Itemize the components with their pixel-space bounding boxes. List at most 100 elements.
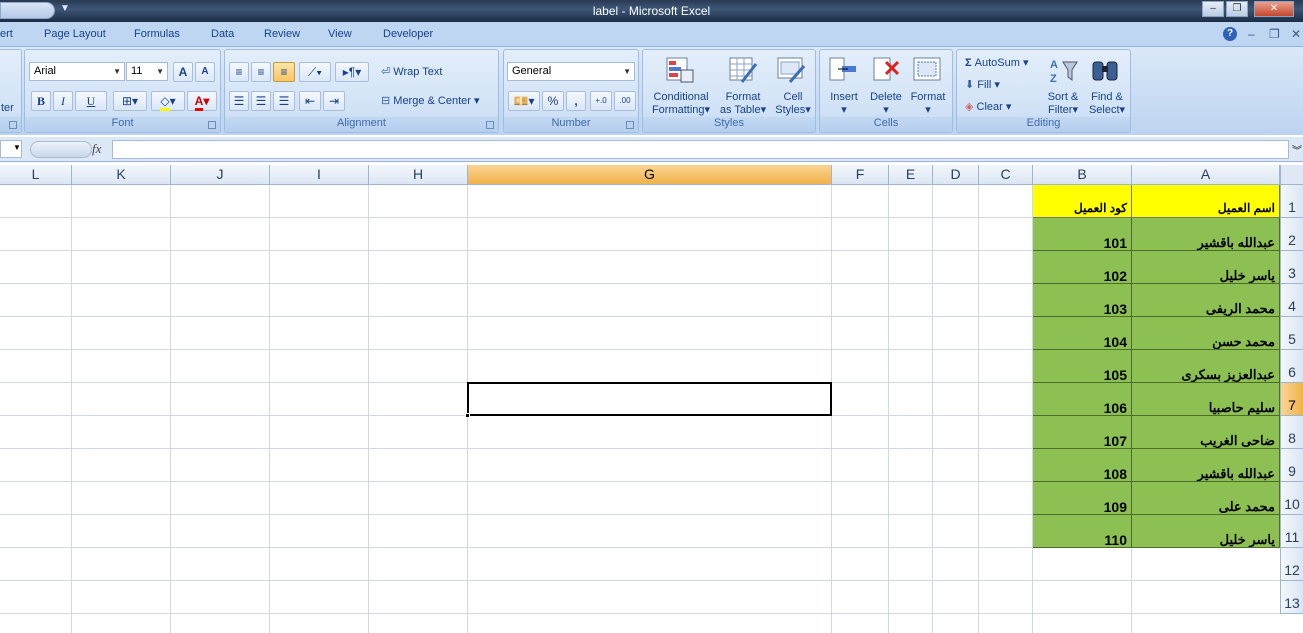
table-cell-code[interactable]: 101 [1033,218,1132,251]
column-header-i[interactable]: I [270,165,369,185]
font-color-button[interactable]: A▾ [187,91,217,111]
insert-function-icon[interactable]: fx [92,141,101,157]
tab-view[interactable]: View [328,28,352,40]
underline-button[interactable]: U [75,91,107,111]
table-cell-name[interactable]: عبدالله باقشير [1132,449,1280,482]
close-button[interactable]: ✕ [1254,1,1294,17]
font-size-combo[interactable]: 11 ▼ [126,62,168,81]
table-cell-name[interactable]: عبدالله باقشير [1132,218,1280,251]
shrink-font-button[interactable]: A [195,62,215,82]
row-header-4[interactable]: 4 [1280,284,1303,317]
column-header-b[interactable]: B [1033,165,1132,185]
select-all-button[interactable] [1280,165,1303,185]
table-cell-code[interactable]: 105 [1033,350,1132,383]
table-cell-code[interactable]: 102 [1033,251,1132,284]
font-launcher-icon[interactable] [208,121,216,129]
tab-insert[interactable]: ert [0,28,13,40]
alignment-launcher-icon[interactable] [486,121,494,129]
table-cell-name[interactable]: محمد الريفى [1132,284,1280,317]
tab-review[interactable]: Review [264,28,300,40]
tab-formulas[interactable]: Formulas [134,28,180,40]
format-as-table-button[interactable]: Format as Table▾ [717,91,769,116]
increase-indent-button[interactable]: ⇥ [323,91,345,111]
column-header-d[interactable]: D [933,165,979,185]
comma-style-button[interactable]: , [566,91,586,111]
table-cell-name[interactable]: ياسر خليل [1132,515,1280,548]
merge-center-button[interactable]: ⊟ Merge & Center ▾ [381,94,480,107]
row-header-13[interactable]: 13 [1280,581,1303,614]
column-header-c[interactable]: C [979,165,1033,185]
table-cell-code[interactable]: 103 [1033,284,1132,317]
row-header-9[interactable]: 9 [1280,449,1303,482]
align-top-button[interactable]: ≡ [229,62,249,82]
row-header-2[interactable]: 2 [1280,218,1303,251]
table-cell-code[interactable]: 108 [1033,449,1132,482]
align-middle-button[interactable]: ≡ [251,62,271,82]
table-cell-code[interactable]: 106 [1033,383,1132,416]
align-left-button[interactable]: ☰ [229,91,249,111]
formula-input[interactable] [112,140,1289,159]
table-cell-name[interactable]: محمد على [1132,482,1280,515]
column-header-k[interactable]: K [72,165,171,185]
decrease-indent-button[interactable]: ⇤ [299,91,321,111]
tab-page-layout[interactable]: Page Layout [44,28,106,40]
column-header-a[interactable]: A [1132,165,1280,185]
cell-b1-customer-code-header[interactable]: كود العميل [1033,185,1132,218]
row-header-11[interactable]: 11 [1280,515,1303,548]
help-icon[interactable]: ? [1223,27,1237,41]
align-right-button[interactable]: ☰ [273,91,295,111]
align-bottom-button[interactable]: ≡ [273,62,295,82]
bold-button[interactable]: B [31,91,51,111]
row-header-6[interactable]: 6 [1280,350,1303,383]
row-header-1[interactable]: 1 [1280,185,1303,218]
fill-handle[interactable] [465,413,470,418]
workbook-close-icon[interactable]: ✕ [1291,27,1301,41]
table-cell-name[interactable]: ضاحى الغريب [1132,416,1280,449]
find-select-button[interactable]: Find & Select▾ [1085,91,1129,116]
expand-formula-bar-icon[interactable]: ︾ [1292,142,1302,157]
table-cell-code[interactable]: 104 [1033,317,1132,350]
wrap-text-button[interactable]: ⏎ Wrap Text [381,65,442,78]
italic-button[interactable]: I [53,91,73,111]
column-header-l[interactable]: L [0,165,72,185]
column-header-j[interactable]: J [171,165,270,185]
row-header-5[interactable]: 5 [1280,317,1303,350]
fill-color-button[interactable]: ◇▾ [151,91,185,111]
sort-filter-button[interactable]: Sort & Filter▾ [1043,91,1083,116]
orientation-button[interactable]: ⟋▾ [299,62,331,82]
minimize-button[interactable]: – [1202,1,1224,17]
column-header-f[interactable]: F [832,165,889,185]
grow-font-button[interactable]: A [173,62,193,82]
text-direction-button[interactable]: ▸¶▾ [335,62,369,82]
tab-data[interactable]: Data [211,28,234,40]
increase-decimal-button[interactable]: +.0 [590,91,612,111]
table-cell-name[interactable]: عبدالعزيز بسكرى [1132,350,1280,383]
borders-button[interactable]: ⊞▾ [113,91,147,111]
tab-developer[interactable]: Developer [383,28,433,40]
cell-a1-customer-name-header[interactable]: اسم العميل [1132,185,1280,218]
row-header-10[interactable]: 10 [1280,482,1303,515]
table-cell-name[interactable]: ياسر خليل [1132,251,1280,284]
conditional-formatting-button[interactable]: Conditional Formatting▾ [649,91,713,116]
clear-button[interactable]: ◈ Clear ▾ [965,100,1011,113]
column-header-g[interactable]: G [468,165,832,185]
table-cell-name[interactable]: سليم حاصبيا [1132,383,1280,416]
row-header-3[interactable]: 3 [1280,251,1303,284]
number-launcher-icon[interactable] [626,121,634,129]
percent-button[interactable]: % [542,91,564,111]
decrease-decimal-button[interactable]: .00 [614,91,636,111]
accounting-format-button[interactable]: 💴▾ [508,91,540,111]
workbook-minimize-icon[interactable]: – [1248,27,1255,41]
column-header-e[interactable]: E [889,165,933,185]
delete-button[interactable]: Delete ▾ [866,91,906,116]
align-center-button[interactable]: ☰ [251,91,271,111]
formula-bar-splitter[interactable] [30,141,92,158]
row-header-7[interactable]: 7 [1280,383,1303,416]
fill-button[interactable]: ⬇ Fill ▾ [965,78,1000,91]
cell-styles-button[interactable]: Cell Styles▾ [771,91,815,116]
table-cell-code[interactable]: 109 [1033,482,1132,515]
row-header-12[interactable]: 12 [1280,548,1303,581]
active-cell-g7[interactable] [465,382,832,418]
table-cell-code[interactable]: 107 [1033,416,1132,449]
insert-button[interactable]: Insert ▾ [824,91,864,116]
